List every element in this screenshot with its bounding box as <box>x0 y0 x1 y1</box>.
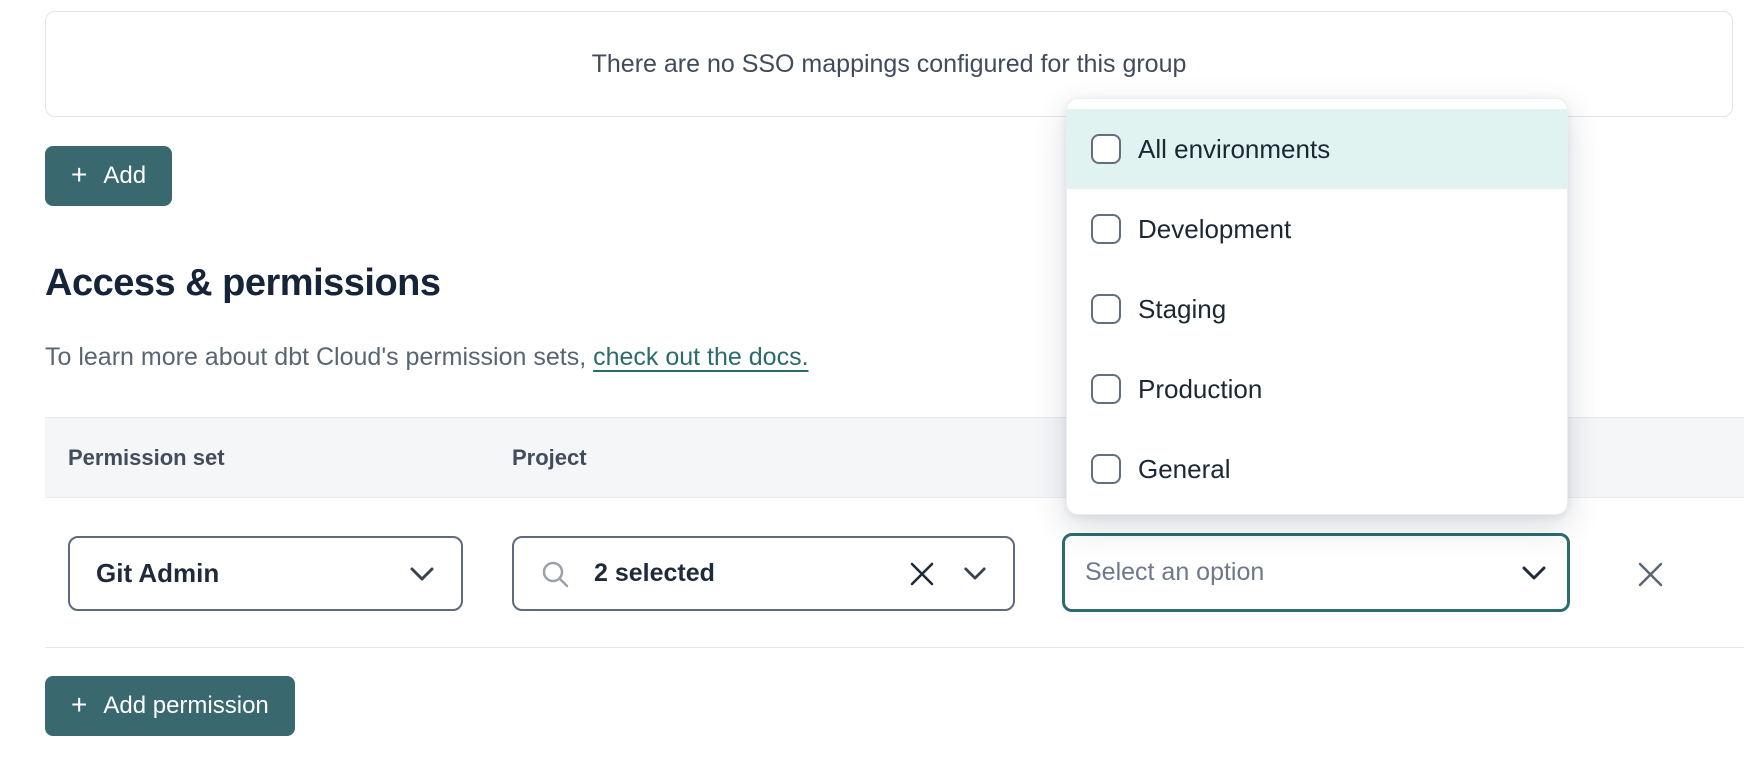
clear-selection-icon[interactable] <box>909 561 935 587</box>
checkbox-unchecked[interactable] <box>1091 294 1121 324</box>
group-settings-page: There are no SSO mappings configured for… <box>0 0 1744 772</box>
dropdown-option-label: Development <box>1138 214 1291 245</box>
checkbox-unchecked[interactable] <box>1091 454 1121 484</box>
permission-set-select[interactable]: Git Admin <box>68 536 463 611</box>
dropdown-option-label: Staging <box>1138 294 1226 325</box>
chevron-down-icon <box>409 566 435 582</box>
dropdown-option-production[interactable]: Production <box>1067 349 1567 429</box>
project-selected-count: 2 selected <box>594 559 715 588</box>
docs-helper-text: To learn more about dbt Cloud's permissi… <box>45 343 809 372</box>
dropdown-option-development[interactable]: Development <box>1067 189 1567 269</box>
dropdown-option-staging[interactable]: Staging <box>1067 269 1567 349</box>
docs-text-prefix: To learn more about dbt Cloud's permissi… <box>45 343 593 371</box>
project-multiselect[interactable]: 2 selected <box>512 536 1015 611</box>
chevron-down-icon <box>963 566 987 581</box>
search-icon <box>540 559 570 589</box>
environment-placeholder: Select an option <box>1085 558 1264 587</box>
dropdown-option-all-environments[interactable]: All environments <box>1067 109 1567 189</box>
dropdown-option-general[interactable]: General <box>1067 429 1567 509</box>
checkbox-unchecked[interactable] <box>1091 214 1121 244</box>
dropdown-option-label: Production <box>1138 374 1262 405</box>
checkbox-unchecked[interactable] <box>1091 374 1121 404</box>
table-row-divider <box>45 647 1744 648</box>
docs-link[interactable]: check out the docs. <box>593 343 808 371</box>
dropdown-option-label: All environments <box>1138 134 1330 165</box>
add-permission-label: Add permission <box>103 692 268 720</box>
sso-empty-message: There are no SSO mappings configured for… <box>592 50 1187 79</box>
column-header-permission-set: Permission set <box>68 418 225 497</box>
environment-select[interactable]: Select an option <box>1062 533 1570 612</box>
plus-icon: + <box>71 691 87 719</box>
remove-permission-row-button[interactable] <box>1633 557 1667 591</box>
plus-icon: + <box>71 161 87 189</box>
environment-dropdown-menu: All environments Development Staging Pro… <box>1066 98 1568 515</box>
checkbox-unchecked[interactable] <box>1091 134 1121 164</box>
page-title: Access & permissions <box>45 262 441 305</box>
dropdown-option-label: General <box>1138 454 1231 485</box>
permission-set-value: Git Admin <box>96 558 219 589</box>
add-permission-button[interactable]: + Add permission <box>45 676 295 736</box>
add-sso-mapping-button[interactable]: + Add <box>45 146 172 206</box>
column-header-project: Project <box>512 418 587 497</box>
close-icon <box>1637 561 1664 588</box>
chevron-down-icon <box>1521 565 1547 581</box>
add-button-label: Add <box>103 162 146 190</box>
